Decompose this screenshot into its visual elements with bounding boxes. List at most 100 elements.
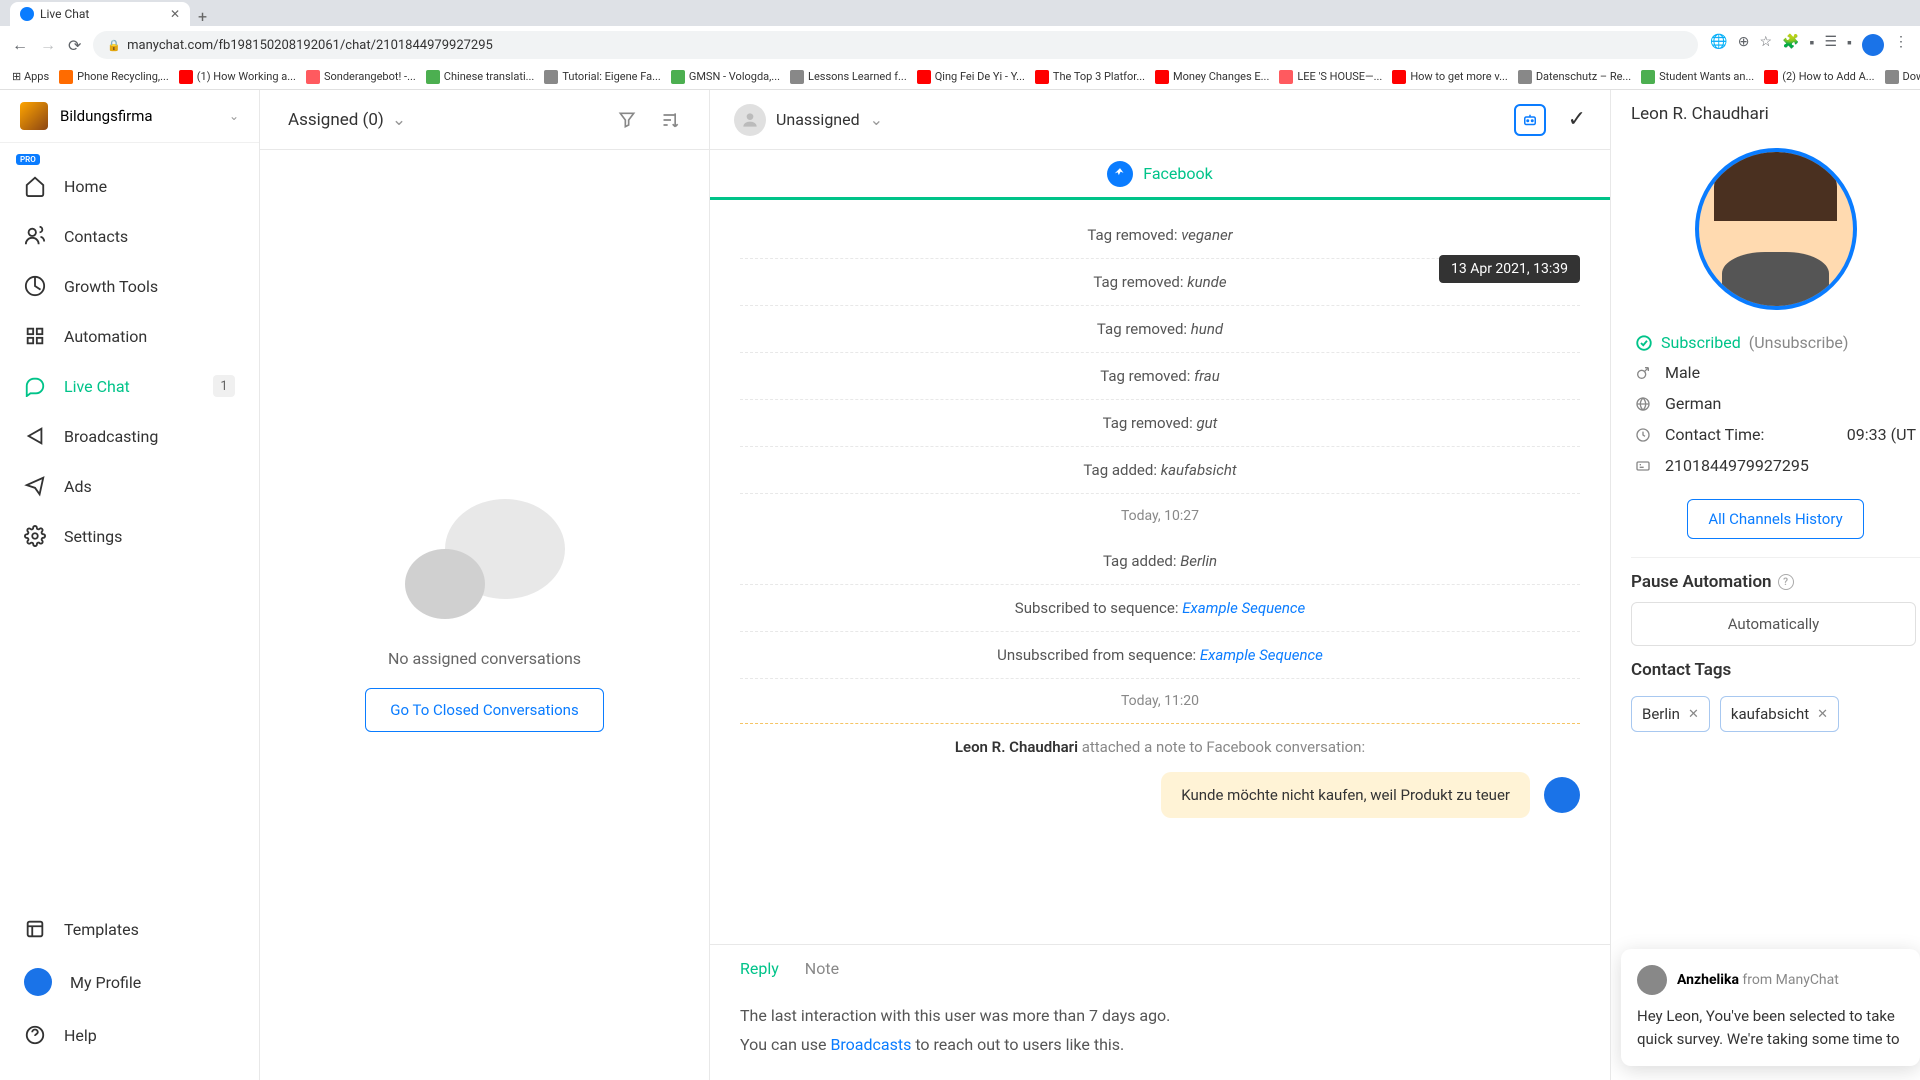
bookmark-item[interactable]: Datenschutz – Re... [1518, 70, 1631, 84]
remove-tag-icon[interactable]: ✕ [1688, 707, 1699, 722]
assignee-avatar [734, 104, 766, 136]
toast-from: from ManyChat [1739, 972, 1839, 988]
nav-item-help[interactable]: Help [0, 1010, 259, 1060]
check-circle-icon [1635, 334, 1653, 352]
ext-icon[interactable]: ☰ [1824, 34, 1837, 56]
bot-icon[interactable] [1514, 104, 1546, 136]
contact-time-value: 09:33 (UT [1847, 425, 1916, 444]
back-icon[interactable]: ← [12, 35, 28, 55]
ext-icon[interactable]: ▪ [1810, 34, 1815, 56]
bookmark-item[interactable]: Qing Fei De Yi - Y... [917, 70, 1025, 84]
contact-tags-header: Contact Tags [1631, 646, 1920, 690]
assigned-label: Assigned (0) [288, 110, 384, 130]
help-icon[interactable]: ? [1778, 574, 1794, 590]
bookmark-favicon [1764, 70, 1778, 84]
reply-info: The last interaction with this user was … [710, 992, 1610, 1080]
closed-conversations-button[interactable]: Go To Closed Conversations [365, 688, 603, 732]
org-selector[interactable]: PRO Bildungsfirma ⌄ [0, 90, 259, 143]
info-line: The last interaction with this user was … [740, 1002, 1580, 1031]
bookmark-item[interactable]: Money Changes E... [1155, 70, 1269, 84]
note-tab[interactable]: Note [805, 945, 839, 992]
toast-avatar [1637, 965, 1667, 995]
new-tab-icon[interactable]: + [198, 7, 207, 26]
broadcasting-icon [24, 425, 46, 447]
time-separator: Today, 10:27 [740, 494, 1580, 538]
reply-tab[interactable]: Reply [740, 945, 779, 992]
star-icon[interactable]: ☆ [1760, 34, 1773, 56]
survey-toast[interactable]: Anzhelika from ManyChat Hey Leon, You've… [1621, 949, 1920, 1066]
contact-details: Subscribed (Unsubscribe) Male German Co [1631, 328, 1920, 481]
bookmark-item[interactable]: GMSN - Vologda,... [671, 70, 780, 84]
bookmark-favicon [671, 70, 685, 84]
nav-item-contacts[interactable]: Contacts [0, 211, 259, 261]
automation-icon [24, 325, 46, 347]
browser-tab[interactable]: Live Chat ✕ [10, 2, 190, 26]
bookmark-item[interactable]: (2) How to Add A... [1764, 70, 1874, 84]
zoom-icon[interactable]: ⊕ [1738, 34, 1750, 56]
globe-icon [1635, 396, 1653, 412]
sequence-link[interactable]: Example Sequence [1200, 646, 1323, 664]
bookmark-item[interactable]: The Top 3 Platfor... [1035, 70, 1145, 84]
bookmark-item[interactable]: Lessons Learned f... [790, 70, 907, 84]
nav-item-settings[interactable]: Settings [0, 511, 259, 561]
bookmark-favicon [1392, 70, 1406, 84]
broadcasts-link[interactable]: Broadcasts [830, 1035, 911, 1054]
contact-tag[interactable]: kaufabsicht✕ [1720, 696, 1839, 732]
translate-icon[interactable]: 🌐 [1710, 34, 1727, 56]
assignee-dropdown[interactable]: Unassigned ⌄ [734, 104, 883, 136]
bookmark-item[interactable]: How to get more v... [1392, 70, 1508, 84]
url-input[interactable]: 🔒 manychat.com/fb198150208192061/chat/21… [93, 31, 1698, 59]
system-event: Tag removed: gut [740, 400, 1580, 447]
subscription-row: Subscribed (Unsubscribe) [1635, 328, 1916, 357]
profile-avatar-icon[interactable] [1862, 34, 1884, 56]
growth-tools-icon [24, 275, 46, 297]
pause-automation-select[interactable]: Automatically [1631, 602, 1916, 646]
close-icon[interactable]: ✕ [170, 7, 180, 21]
nav-item-my-profile[interactable]: My Profile [0, 954, 259, 1010]
nav-item-ads[interactable]: Ads [0, 461, 259, 511]
assigned-dropdown[interactable]: Assigned (0) ⌄ [288, 110, 406, 130]
bookmark-item[interactable]: Download – Cooki... [1885, 70, 1920, 84]
system-event: Tag removed: frau [740, 353, 1580, 400]
forward-icon[interactable]: → [40, 35, 56, 55]
channel-tab-facebook[interactable]: Facebook [710, 150, 1610, 200]
ext-icon[interactable]: 🧩 [1782, 34, 1799, 56]
live-chat-icon [24, 375, 46, 397]
contact-time-row: Contact Time: 09:33 (UT [1635, 419, 1916, 450]
empty-text: No assigned conversations [388, 649, 581, 668]
note-header: Leon R. Chaudhari attached a note to Fac… [740, 723, 1580, 766]
bookmark-item[interactable]: Chinese translati... [426, 70, 535, 84]
bookmark-item[interactable]: Student Wants an... [1641, 70, 1754, 84]
gender-icon [1635, 365, 1653, 381]
bookmark-item[interactable]: Tutorial: Eigene Fa... [544, 70, 661, 84]
contact-name: Leon R. Chaudhari [1631, 104, 1920, 140]
assignee-name: Unassigned [776, 110, 860, 129]
all-channels-history-button[interactable]: All Channels History [1687, 499, 1863, 539]
bookmark-item[interactable]: Phone Recycling,... [59, 70, 169, 84]
nav-item-live-chat[interactable]: Live Chat1 [0, 361, 259, 411]
menu-icon[interactable]: ⋮ [1894, 34, 1908, 56]
nav-item-broadcasting[interactable]: Broadcasting [0, 411, 259, 461]
reload-icon[interactable]: ⟳ [68, 36, 81, 55]
bookmark-item[interactable]: (1) How Working a... [179, 70, 296, 84]
remove-tag-icon[interactable]: ✕ [1817, 707, 1828, 722]
mark-done-icon[interactable]: ✓ [1568, 107, 1586, 132]
profile-avatar-icon [24, 968, 52, 996]
bookmark-item[interactable]: Sonderangebot! -... [306, 70, 416, 84]
nav-item-automation[interactable]: Automation [0, 311, 259, 361]
filter-icon[interactable] [617, 110, 637, 130]
apps-icon[interactable]: ⊞ Apps [12, 70, 49, 83]
sequence-link[interactable]: Example Sequence [1182, 599, 1305, 617]
bookmark-item[interactable]: LEE 'S HOUSE—... [1279, 70, 1382, 84]
unsubscribe-link[interactable]: (Unsubscribe) [1749, 333, 1849, 352]
system-event: Unsubscribed from sequence: Example Sequ… [740, 632, 1580, 679]
contact-tag[interactable]: Berlin✕ [1631, 696, 1710, 732]
nav-item-templates[interactable]: Templates [0, 904, 259, 954]
sort-icon[interactable] [661, 110, 681, 130]
nav-item-growth-tools[interactable]: Growth Tools [0, 261, 259, 311]
system-event: Subscribed to sequence: Example Sequence [740, 585, 1580, 632]
ext-icon[interactable]: ▪ [1847, 34, 1852, 56]
contact-id-row: 2101844979927295 [1635, 450, 1916, 481]
nav-item-home[interactable]: Home [0, 161, 259, 211]
chat-messages[interactable]: Tag removed: veganerTag removed: kundeTa… [710, 200, 1610, 944]
